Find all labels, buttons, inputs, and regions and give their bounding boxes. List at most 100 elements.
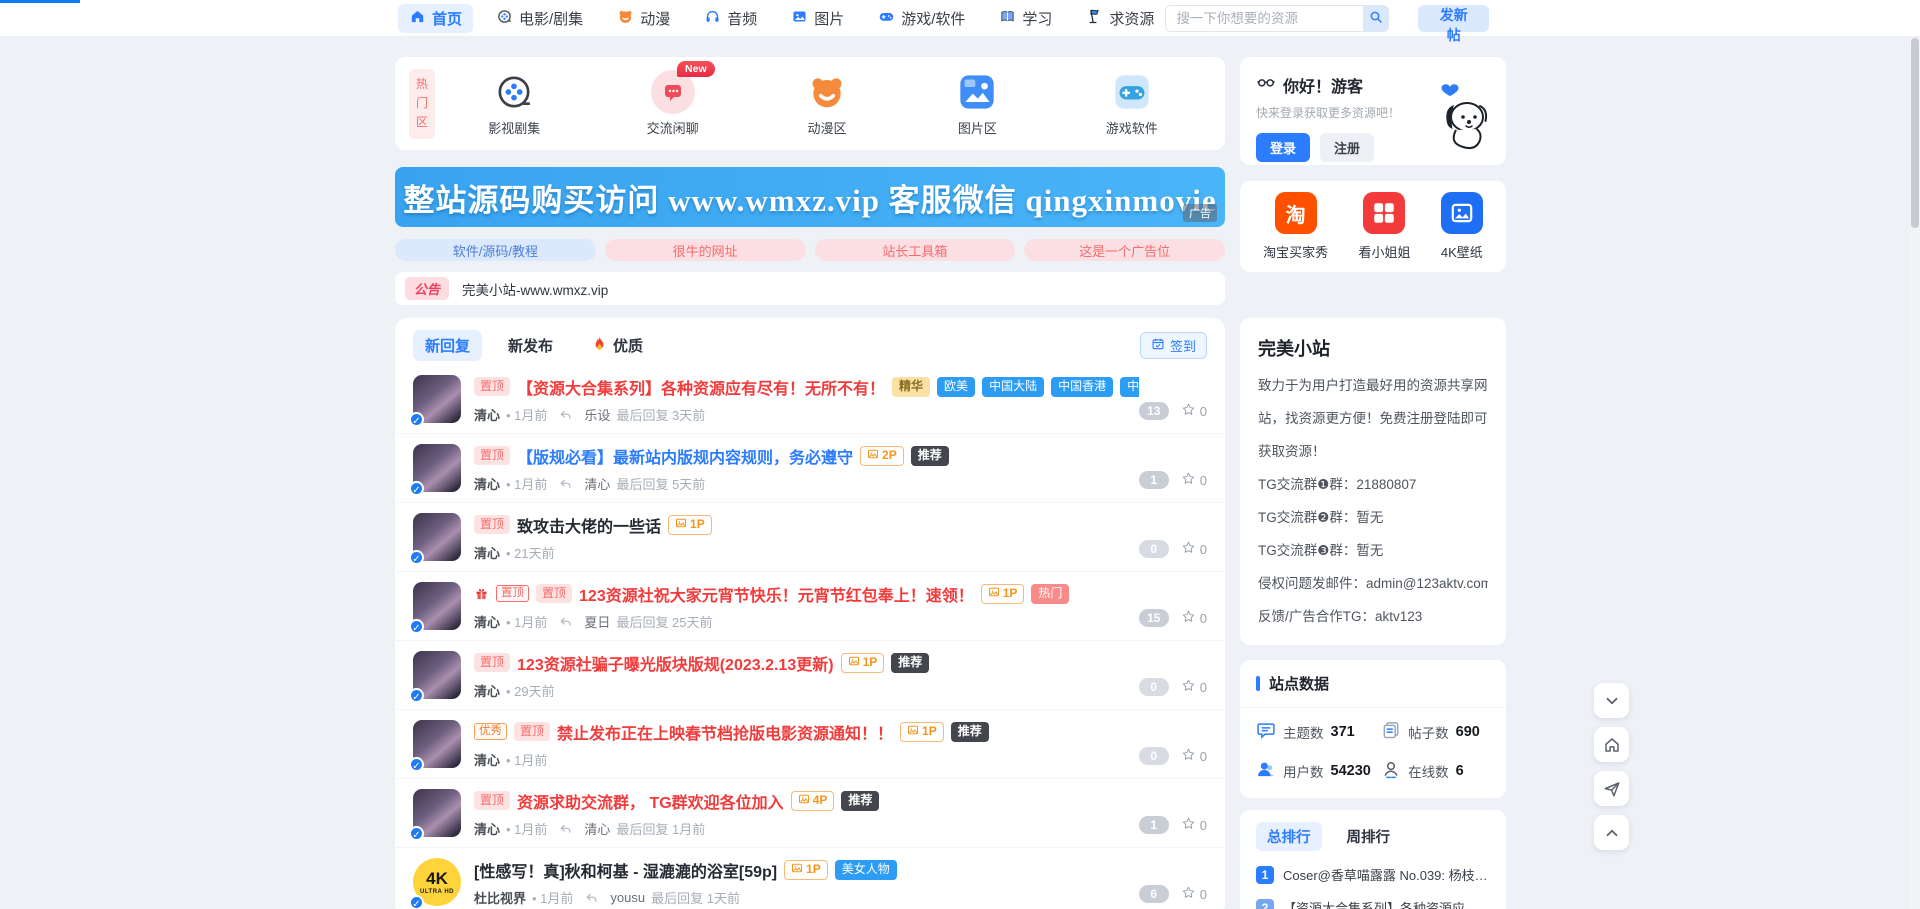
hot-category-chatpink[interactable]: New交流闲聊 xyxy=(647,70,699,137)
tag-gold[interactable]: 精华 xyxy=(892,377,930,397)
star-count[interactable]: 0 xyxy=(1181,609,1207,627)
thread-row[interactable]: ✓优秀置顶禁止发布正在上映春节档抢版电影资源通知！！1P推荐清心• 1月前00 xyxy=(395,710,1225,779)
star-count[interactable]: 0 xyxy=(1181,471,1207,489)
tag-hot[interactable]: 热门 xyxy=(1031,584,1069,604)
last-replier[interactable]: 清心 xyxy=(584,819,610,838)
tag-blue[interactable]: 欧美 xyxy=(937,377,975,397)
thread-title[interactable]: 资源求助交流群， TG群欢迎各位加入 xyxy=(517,789,784,812)
star-count[interactable]: 0 xyxy=(1181,885,1207,903)
nav-item-home[interactable]: 首页 xyxy=(398,4,473,33)
announcement-text[interactable]: 完美小站-www.wmxz.vip xyxy=(462,279,608,299)
thread-title[interactable]: 123资源社祝大家元宵节快乐！元宵节红包奉上！速领！ xyxy=(579,582,974,605)
thread-author[interactable]: 杜比视界 xyxy=(474,888,526,907)
ad-app-wallpaper[interactable]: 4K壁纸 xyxy=(1441,192,1483,261)
nav-item-book[interactable]: 学习 xyxy=(988,4,1063,33)
nav-item-film[interactable]: 电影/剧集 xyxy=(485,4,594,33)
ad-link-3[interactable]: 站长工具箱 xyxy=(815,239,1016,261)
tag-blue[interactable]: 美女人物 xyxy=(835,860,897,880)
nav-item-bear[interactable]: 动漫 xyxy=(606,4,681,33)
thread-title[interactable]: 【资源大合集系列】各种资源应有尽有！无所不有！ xyxy=(517,375,885,398)
ad-link-4[interactable]: 这是一个广告位 xyxy=(1024,239,1225,261)
avatar[interactable]: 4KULTRA HD✓ xyxy=(413,858,461,906)
nav-item-gamepad[interactable]: 游戏/软件 xyxy=(867,4,976,33)
last-replier[interactable]: 夏日 xyxy=(584,612,610,631)
ad-app-taobao[interactable]: 淘淘宝买家秀 xyxy=(1263,192,1328,261)
tag-dark[interactable]: 推荐 xyxy=(891,653,929,673)
tag-blue[interactable]: 中国香港 xyxy=(1051,377,1113,397)
thread-title[interactable]: 禁止发布正在上映春节档抢版电影资源通知！！ xyxy=(557,720,893,743)
hot-category-gamebox[interactable]: 游戏软件 xyxy=(1106,70,1158,137)
tag-dark[interactable]: 推荐 xyxy=(911,446,949,466)
avatar[interactable]: ✓ xyxy=(413,720,461,768)
thread-row[interactable]: ✓置顶资源求助交流群， TG群欢迎各位加入4P推荐清心• 1月前清心最后回复 1… xyxy=(395,779,1225,848)
thread-author[interactable]: 清心 xyxy=(474,612,500,631)
ad-app-girls[interactable]: 看小姐姐 xyxy=(1358,192,1410,261)
hot-category-bearbig[interactable]: 动漫区 xyxy=(805,70,849,137)
thread-row[interactable]: ✓置顶置顶123资源社祝大家元宵节快乐！元宵节红包奉上！速领！1P热门清心• 1… xyxy=(395,572,1225,641)
tab-2[interactable]: 新发布 xyxy=(496,330,565,361)
nav-item-headphones[interactable]: 音频 xyxy=(693,4,768,33)
hot-category-imagebox[interactable]: 图片区 xyxy=(955,70,999,137)
star-count[interactable]: 0 xyxy=(1181,540,1207,558)
nav-item-flag[interactable]: 求资源 xyxy=(1075,4,1165,33)
thread-title[interactable]: 【版规必看】最新站内版规内容规则，务必遵守 xyxy=(517,444,853,467)
tag-dark[interactable]: 推荐 xyxy=(841,791,879,811)
star-count[interactable]: 0 xyxy=(1181,678,1207,696)
avatar[interactable]: ✓ xyxy=(413,651,461,699)
ranking-tab-1[interactable]: 总排行 xyxy=(1256,822,1322,851)
tab-3[interactable]: 优质 xyxy=(579,330,655,361)
search-button[interactable] xyxy=(1363,6,1388,31)
avatar[interactable]: ✓ xyxy=(413,375,461,423)
ranking-tab-2[interactable]: 周排行 xyxy=(1336,822,1402,851)
search-input[interactable] xyxy=(1166,6,1363,31)
thread-title[interactable]: 123资源社骗子曝光版块版规(2023.2.13更新) xyxy=(517,651,834,674)
nav-item-image[interactable]: 图片 xyxy=(780,4,855,33)
thread-meta: 清心• 1月前清心最后回复 5天前 xyxy=(474,474,1139,493)
back-to-top-button[interactable] xyxy=(1594,815,1629,850)
avatar[interactable]: ✓ xyxy=(413,513,461,561)
avatar[interactable]: ✓ xyxy=(413,789,461,837)
thread-row[interactable]: ✓置顶123资源社骗子曝光版块版规(2023.2.13更新)1P推荐清心• 29… xyxy=(395,641,1225,710)
site-logo[interactable] xyxy=(0,0,80,3)
new-post-button[interactable]: 发新帖 xyxy=(1418,5,1489,32)
thread-row[interactable]: ✓置顶【资源大合集系列】各种资源应有尽有！无所不有！精华欧美中国大陆中国香港中国… xyxy=(395,365,1225,434)
thread-author[interactable]: 清心 xyxy=(474,819,500,838)
tag-dark[interactable]: 推荐 xyxy=(951,722,989,742)
login-button[interactable]: 登录 xyxy=(1256,133,1310,162)
ad-link-1[interactable]: 软件/源码/教程 xyxy=(395,239,596,261)
scroll-down-button[interactable] xyxy=(1594,683,1629,718)
tag-blue[interactable]: 中国大陆 xyxy=(982,377,1044,397)
check-in-button[interactable]: 签到 xyxy=(1140,332,1207,359)
ranking-item[interactable]: 1Coser@香草喵露露 No.039: 杨枝甘露 xyxy=(1256,865,1490,884)
thread-main: 置顶【版规必看】最新站内版规内容规则，务必遵守2P推荐清心• 1月前清心最后回复… xyxy=(474,444,1139,493)
thread-row[interactable]: ✓置顶致攻击大佬的一些话1P清心• 21天前00 xyxy=(395,503,1225,572)
back-home-button[interactable] xyxy=(1594,727,1629,762)
thread-title[interactable]: [性感写！真]秋和柯基 - 湿漉漉的浴室[59p] xyxy=(474,858,777,881)
thread-title[interactable]: 致攻击大佬的一些话 xyxy=(517,513,661,536)
thread-author[interactable]: 清心 xyxy=(474,474,500,493)
star-count[interactable]: 0 xyxy=(1181,747,1207,765)
last-replier[interactable]: 乐设 xyxy=(584,405,610,424)
last-replier[interactable]: yousu xyxy=(610,890,645,905)
last-replier[interactable]: 清心 xyxy=(584,474,610,493)
hot-category-filmreel[interactable]: 影视剧集 xyxy=(488,70,540,137)
feedback-button[interactable] xyxy=(1594,771,1629,806)
ad-link-2[interactable]: 很牛的网址 xyxy=(605,239,806,261)
avatar[interactable]: ✓ xyxy=(413,444,461,492)
thread-author[interactable]: 清心 xyxy=(474,750,500,769)
avatar[interactable]: ✓ xyxy=(413,582,461,630)
thread-author[interactable]: 清心 xyxy=(474,681,500,700)
star-count[interactable]: 0 xyxy=(1181,402,1207,420)
register-button[interactable]: 注册 xyxy=(1320,133,1374,162)
tag-blue[interactable]: 中国台湾 xyxy=(1120,377,1139,397)
thread-row[interactable]: 4KULTRA HD✓[性感写！真]秋和柯基 - 湿漉漉的浴室[59p]1P美女… xyxy=(395,848,1225,909)
thread-author[interactable]: 清心 xyxy=(474,405,500,424)
tab-1[interactable]: 新回复 xyxy=(413,330,482,361)
star-count[interactable]: 0 xyxy=(1181,816,1207,834)
thread-author[interactable]: 清心 xyxy=(474,543,500,562)
thread-row[interactable]: ✓置顶【版规必看】最新站内版规内容规则，务必遵守2P推荐清心• 1月前清心最后回… xyxy=(395,434,1225,503)
ad-banner[interactable]: 整站源码购买访问 www.wmxz.vip 客服微信 qingxinmovie … xyxy=(395,167,1225,227)
ranking-item[interactable]: 2【资源大合集系列】各种资源应有尽 xyxy=(1256,898,1490,909)
scrollbar-thumb[interactable] xyxy=(1911,38,1919,228)
page-scrollbar[interactable] xyxy=(1910,0,1920,909)
